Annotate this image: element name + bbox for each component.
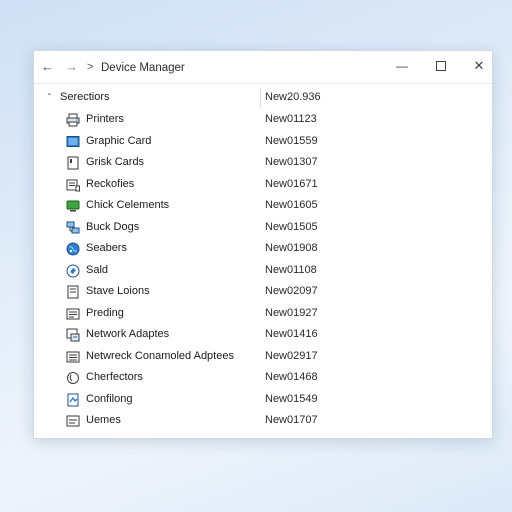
storage-icon <box>66 285 80 299</box>
device-row[interactable]: Cherfectors New01468 <box>34 367 492 389</box>
config-icon <box>66 393 80 407</box>
window-title: Device Manager <box>101 62 185 74</box>
device-name: Printers <box>86 113 124 125</box>
device-row[interactable]: Stave Loions New02097 <box>34 281 492 303</box>
display-adapter-icon <box>66 135 80 149</box>
maximize-icon <box>436 60 446 71</box>
device-value: New01549 <box>265 392 318 405</box>
device-value: New01559 <box>265 134 318 147</box>
device-name: Preding <box>86 306 124 319</box>
maximize-button[interactable] <box>426 51 456 83</box>
device-value: New01707 <box>265 414 318 426</box>
device-row[interactable]: Chick Celements New01605 <box>34 195 492 217</box>
device-row[interactable]: Network Adaptes New01416 <box>34 324 492 346</box>
device-value: New01671 <box>265 177 318 190</box>
sound-icon <box>66 264 80 278</box>
tree-group-value: New20.936 <box>265 91 321 103</box>
controller-icon <box>66 350 80 364</box>
device-value: New01416 <box>265 328 318 340</box>
device-row[interactable]: Uemes New01707 <box>34 410 492 432</box>
device-list: Printers New01123 Graphic Card New01559 Gris… <box>34 109 492 432</box>
device-row[interactable]: Grisk Cards New01307 <box>34 152 492 174</box>
back-button[interactable]: ← <box>41 51 54 83</box>
device-row[interactable]: Printers New01123 <box>34 109 492 131</box>
title-bar: ← → > Device Manager — ✕ <box>34 51 492 84</box>
monitor-icon <box>66 199 80 213</box>
network-icon <box>66 221 80 235</box>
device-name: Seabers <box>86 242 127 254</box>
device-name: Grisk Cards <box>86 156 145 168</box>
device-value: New01605 <box>265 199 318 211</box>
keyboard-icon <box>66 178 80 192</box>
device-row[interactable]: Seabers New01908 <box>34 238 492 260</box>
device-manager-window: ← → > Device Manager — ✕ ⌃ Serectiors Ne… <box>33 50 493 439</box>
device-value: New01307 <box>265 156 318 168</box>
device-name: Network Adaptes <box>86 328 170 340</box>
hid-icon <box>66 414 80 428</box>
device-name: Uemes <box>86 414 121 426</box>
collapse-toggle-icon[interactable]: ⌃ <box>46 92 53 101</box>
forward-button[interactable]: → <box>65 51 78 83</box>
device-name: Buck Dogs <box>86 220 140 233</box>
device-value: New01927 <box>265 306 318 319</box>
device-name: Stave Loions <box>86 285 150 297</box>
globe-icon <box>66 242 80 256</box>
device-name: Chick Celements <box>86 199 170 211</box>
device-value: New01108 <box>265 263 317 276</box>
device-row[interactable]: Buck Dogs New01505 <box>34 217 492 239</box>
device-value: New02917 <box>265 349 318 362</box>
device-name: Sald <box>86 263 109 276</box>
network-adapter-icon <box>66 328 80 342</box>
device-value: New02097 <box>265 285 318 297</box>
device-row[interactable]: Netwreck Conamoled Adptees New02917 <box>34 346 492 368</box>
device-value: New01908 <box>265 242 318 254</box>
device-row[interactable]: Sald New01108 <box>34 260 492 282</box>
device-name: Confilong <box>86 392 133 405</box>
device-row[interactable]: Graphic Card New01559 <box>34 131 492 153</box>
sensor-icon <box>66 371 80 385</box>
device-row[interactable]: Reckofies New01671 <box>34 174 492 196</box>
device-value: New01505 <box>265 220 318 233</box>
tree-group-row[interactable]: ⌃ Serectiors New20.936 <box>34 84 492 112</box>
minimize-button[interactable]: — <box>387 51 417 83</box>
device-value: New01468 <box>265 371 318 383</box>
close-button[interactable]: ✕ <box>464 51 492 83</box>
device-name: Netwreck Conamoled Adptees <box>86 349 234 362</box>
device-name: Cherfectors <box>86 371 143 383</box>
device-name: Graphic Card <box>86 134 152 147</box>
device-name: Reckofies <box>86 177 135 190</box>
device-value: New01123 <box>265 113 317 125</box>
breadcrumb-separator-icon: > <box>87 61 94 73</box>
device-row[interactable]: Confilong New01549 <box>34 389 492 411</box>
printer-icon <box>66 113 80 127</box>
card-icon <box>66 156 80 170</box>
column-divider[interactable] <box>260 88 261 108</box>
processor-icon <box>66 307 80 321</box>
device-row[interactable]: Preding New01927 <box>34 303 492 325</box>
tree-group-label: Serectiors <box>60 91 110 103</box>
